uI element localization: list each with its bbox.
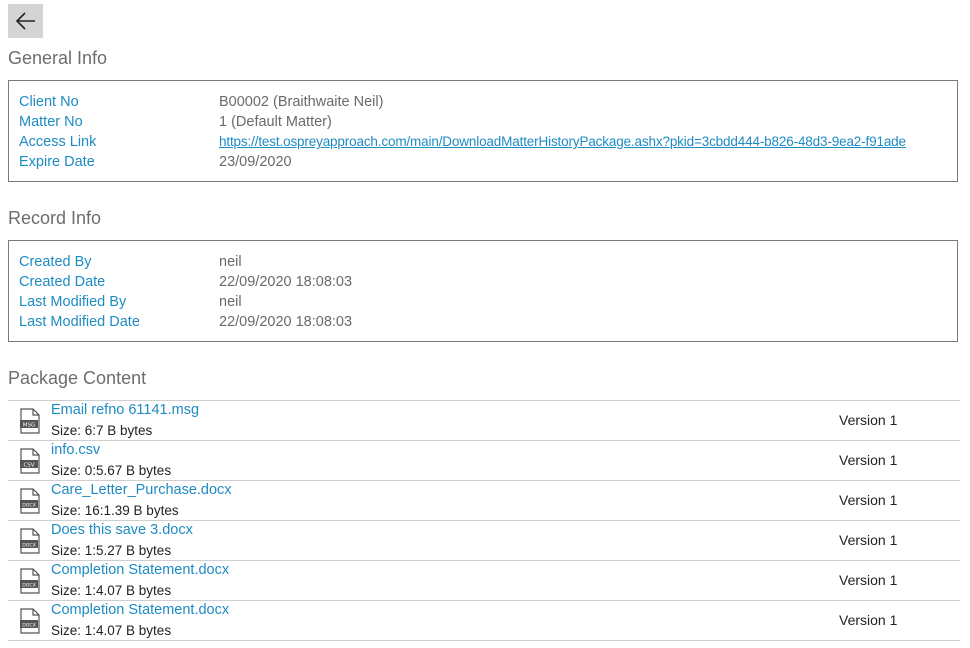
last-modified-date-label: Last Modified Date bbox=[19, 314, 140, 330]
matter-no-label: Matter No bbox=[19, 114, 83, 130]
last-modified-date-value: 22/09/2020 18:08:03 bbox=[219, 314, 353, 330]
access-link-label: Access Link bbox=[19, 134, 97, 150]
file-name-link[interactable]: info.csv bbox=[51, 442, 100, 458]
record-info-panel: Created By neil Created Date 22/09/2020 … bbox=[8, 240, 958, 342]
svg-text:DOCX: DOCX bbox=[22, 503, 36, 509]
list-item[interactable]: MSG Email refno 61141.msg Size: 6:7 B by… bbox=[8, 400, 960, 440]
svg-text:DOCX: DOCX bbox=[22, 543, 36, 549]
file-version: Version 1 bbox=[839, 572, 898, 588]
svg-text:DOCX: DOCX bbox=[22, 623, 36, 629]
file-version: Version 1 bbox=[839, 452, 898, 468]
expire-date-label: Expire Date bbox=[19, 154, 95, 170]
file-name-link[interactable]: Does this save 3.docx bbox=[51, 522, 193, 538]
file-size: Size: 1:4.07 B bytes bbox=[51, 623, 172, 638]
matter-no-value: 1 (Default Matter) bbox=[219, 114, 332, 130]
svg-text:CSV: CSV bbox=[23, 463, 34, 469]
arrow-left-icon bbox=[15, 12, 35, 30]
expire-date-value: 23/09/2020 bbox=[219, 154, 292, 170]
list-item[interactable]: DOCX Does this save 3.docx Size: 1:5.27 … bbox=[8, 520, 960, 560]
file-size: Size: 1:5.27 B bytes bbox=[51, 543, 172, 558]
general-info-title: General Info bbox=[8, 48, 108, 68]
svg-text:MSG: MSG bbox=[23, 423, 36, 429]
file-size: Size: 16:1.39 B bytes bbox=[51, 503, 179, 518]
created-by-value: neil bbox=[219, 254, 242, 270]
file-size: Size: 1:4.07 B bytes bbox=[51, 583, 172, 598]
docx-file-icon: DOCX bbox=[20, 568, 40, 594]
file-version: Version 1 bbox=[839, 412, 898, 428]
package-content-list: MSG Email refno 61141.msg Size: 6:7 B by… bbox=[8, 400, 960, 641]
record-info-title: Record Info bbox=[8, 208, 102, 228]
svg-text:DOCX: DOCX bbox=[22, 583, 36, 589]
created-date-label: Created Date bbox=[19, 274, 106, 290]
file-name-link[interactable]: Email refno 61141.msg bbox=[51, 402, 199, 418]
docx-file-icon: DOCX bbox=[20, 528, 40, 554]
last-modified-by-label: Last Modified By bbox=[19, 294, 127, 310]
file-version: Version 1 bbox=[839, 532, 898, 548]
back-button[interactable] bbox=[8, 4, 43, 38]
access-link[interactable]: https://test.ospreyapproach.com/main/Dow… bbox=[219, 132, 906, 152]
docx-file-icon: DOCX bbox=[20, 608, 40, 634]
general-info-panel: Client No B00002 (Braithwaite Neil) Matt… bbox=[8, 80, 958, 182]
client-no-value: B00002 (Braithwaite Neil) bbox=[219, 94, 384, 110]
created-date-value: 22/09/2020 18:08:03 bbox=[219, 274, 353, 290]
file-size: Size: 6:7 B bytes bbox=[51, 423, 153, 438]
list-item[interactable]: CSV info.csv Size: 0:5.67 B bytes Versio… bbox=[8, 440, 960, 480]
package-content-title: Package Content bbox=[8, 368, 147, 388]
msg-file-icon: MSG bbox=[20, 408, 40, 434]
file-size: Size: 0:5.67 B bytes bbox=[51, 463, 172, 478]
file-name-link[interactable]: Completion Statement.docx bbox=[51, 602, 229, 618]
list-item[interactable]: DOCX Care_Letter_Purchase.docx Size: 16:… bbox=[8, 480, 960, 520]
list-item[interactable]: DOCX Completion Statement.docx Size: 1:4… bbox=[8, 560, 960, 600]
created-by-label: Created By bbox=[19, 254, 92, 270]
file-name-link[interactable]: Care_Letter_Purchase.docx bbox=[51, 482, 232, 498]
file-version: Version 1 bbox=[839, 612, 898, 628]
last-modified-by-value: neil bbox=[219, 294, 242, 310]
client-no-label: Client No bbox=[19, 94, 79, 110]
file-version: Version 1 bbox=[839, 492, 898, 508]
csv-file-icon: CSV bbox=[20, 448, 40, 474]
file-name-link[interactable]: Completion Statement.docx bbox=[51, 562, 229, 578]
list-item[interactable]: DOCX Completion Statement.docx Size: 1:4… bbox=[8, 600, 960, 641]
docx-file-icon: DOCX bbox=[20, 488, 40, 514]
